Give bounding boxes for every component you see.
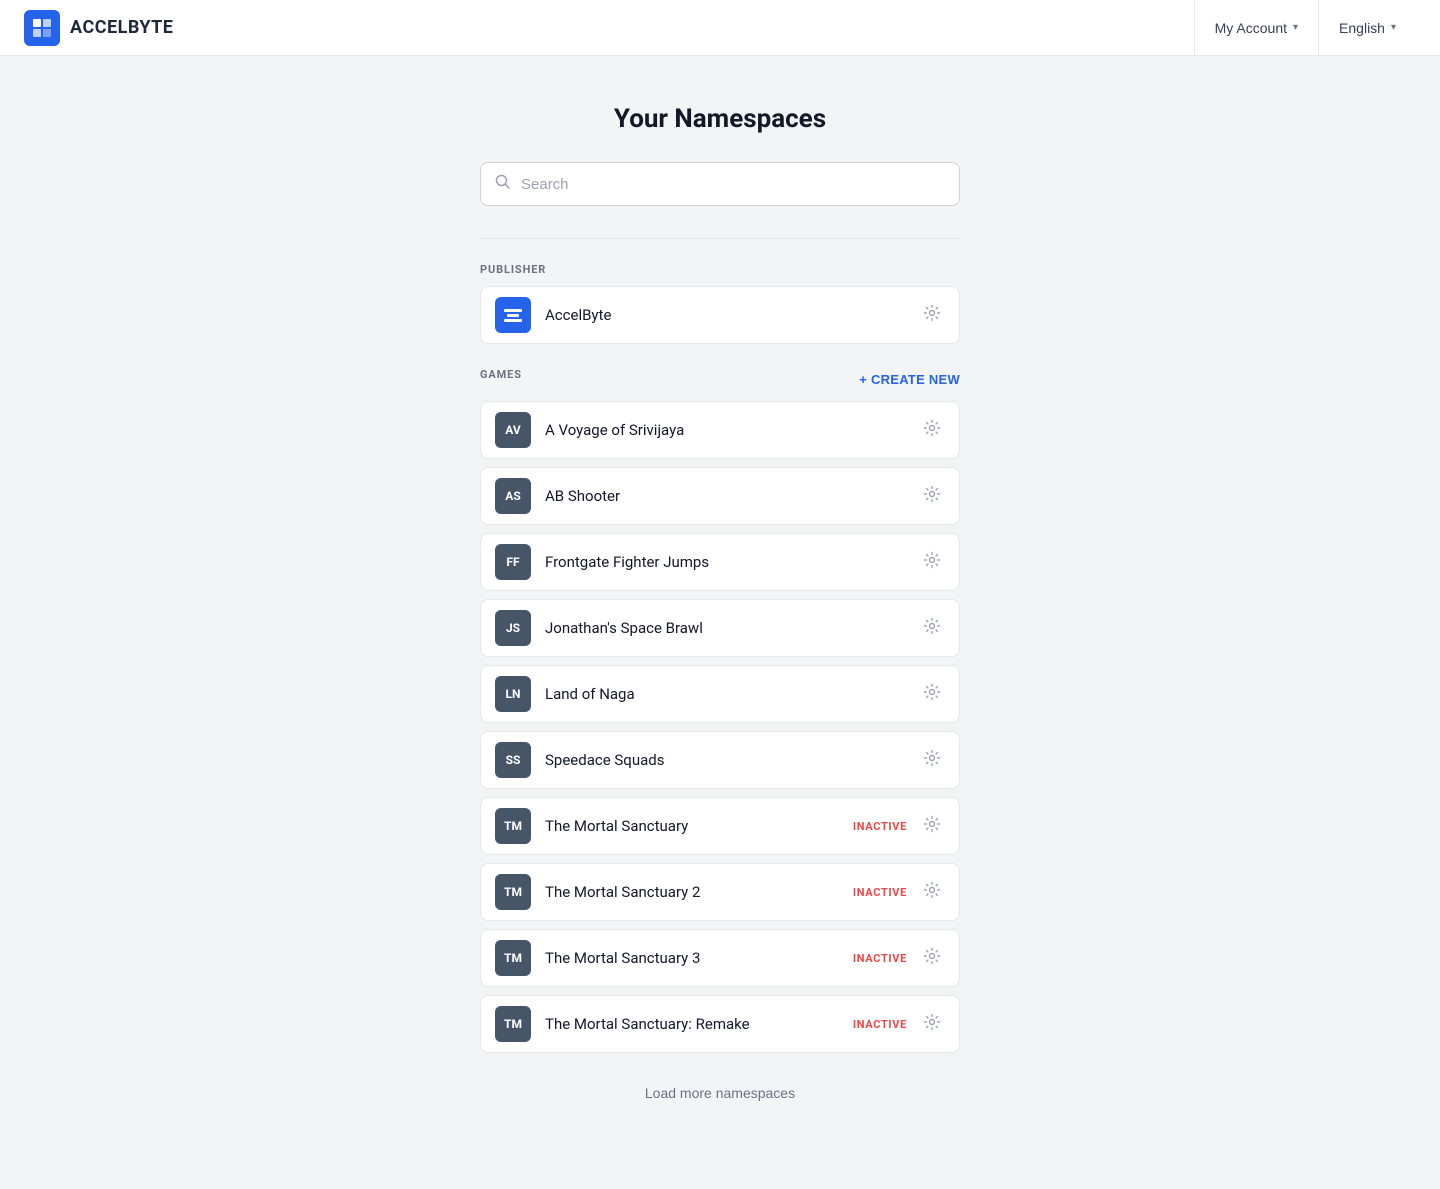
search-input[interactable] <box>521 176 945 193</box>
game-gear-icon[interactable] <box>919 1009 945 1039</box>
game-item[interactable]: FF Frontgate Fighter Jumps <box>480 533 960 591</box>
publisher-section-label: PUBLISHER <box>480 263 960 276</box>
game-item[interactable]: AV A Voyage of Srivijaya <box>480 401 960 459</box>
game-item[interactable]: AS AB Shooter <box>480 467 960 525</box>
inactive-badge: INACTIVE <box>853 886 907 899</box>
games-list: AV A Voyage of Srivijaya AS AB Shooter FF Fro… <box>480 401 960 1053</box>
game-name: The Mortal Sanctuary <box>545 817 853 835</box>
game-item[interactable]: TM The Mortal SanctuaryINACTIVE <box>480 797 960 855</box>
game-name: Frontgate Fighter Jumps <box>545 553 919 571</box>
games-section-label: GAMES <box>480 368 522 381</box>
pub-line-1 <box>504 309 522 312</box>
game-avatar: FF <box>495 544 531 580</box>
search-icon <box>495 174 511 194</box>
game-gear-icon[interactable] <box>919 415 945 445</box>
game-gear-icon[interactable] <box>919 679 945 709</box>
search-wrapper <box>480 162 960 206</box>
game-item[interactable]: TM The Mortal Sanctuary 2INACTIVE <box>480 863 960 921</box>
publisher-gear-icon[interactable] <box>919 300 945 330</box>
game-avatar: TM <box>495 940 531 976</box>
language-chevron-icon: ▾ <box>1391 22 1396 33</box>
game-gear-icon[interactable] <box>919 613 945 643</box>
game-gear-icon[interactable] <box>919 943 945 973</box>
game-gear-icon[interactable] <box>919 547 945 577</box>
game-name: Land of Naga <box>545 685 919 703</box>
logo-icon <box>24 10 60 46</box>
game-gear-icon[interactable] <box>919 481 945 511</box>
search-divider <box>480 238 960 239</box>
my-account-chevron-icon: ▾ <box>1293 22 1298 33</box>
header: ACCELBYTE My Account ▾ English ▾ <box>0 0 1440 56</box>
game-name: A Voyage of Srivijaya <box>545 421 919 439</box>
game-name: The Mortal Sanctuary 3 <box>545 949 853 967</box>
game-item[interactable]: TM The Mortal Sanctuary 3INACTIVE <box>480 929 960 987</box>
game-avatar: AS <box>495 478 531 514</box>
game-name: The Mortal Sanctuary: Remake <box>545 1015 853 1033</box>
game-gear-icon[interactable] <box>919 745 945 775</box>
game-name: Speedace Squads <box>545 751 919 769</box>
game-gear-icon[interactable] <box>919 811 945 841</box>
load-more-button[interactable]: Load more namespaces <box>629 1077 811 1109</box>
games-section-header: GAMES + CREATE NEW <box>480 368 960 391</box>
namespace-container: PUBLISHER AccelByte <box>480 263 960 1053</box>
game-avatar: LN <box>495 676 531 712</box>
game-avatar: JS <box>495 610 531 646</box>
publisher-section: PUBLISHER AccelByte <box>480 263 960 344</box>
publisher-avatar <box>495 297 531 333</box>
game-item[interactable]: LN Land of Naga <box>480 665 960 723</box>
game-avatar: AV <box>495 412 531 448</box>
game-avatar: TM <box>495 808 531 844</box>
inactive-badge: INACTIVE <box>853 820 907 833</box>
game-item[interactable]: TM The Mortal Sanctuary: RemakeINACTIVE <box>480 995 960 1053</box>
game-item[interactable]: SS Speedace Squads <box>480 731 960 789</box>
publisher-item[interactable]: AccelByte <box>480 286 960 344</box>
header-right: My Account ▾ English ▾ <box>1194 0 1416 56</box>
my-account-button[interactable]: My Account ▾ <box>1194 0 1318 56</box>
logo-text: ACCELBYTE <box>70 17 173 38</box>
game-name: Jonathan's Space Brawl <box>545 619 919 637</box>
language-button[interactable]: English ▾ <box>1318 0 1416 56</box>
create-new-label: + CREATE NEW <box>859 372 960 387</box>
load-more-section: Load more namespaces <box>264 1077 1176 1109</box>
game-avatar: SS <box>495 742 531 778</box>
main-content: Your Namespaces PUBLISHER <box>240 56 1200 1189</box>
language-label: English <box>1339 20 1385 36</box>
my-account-label: My Account <box>1215 20 1287 36</box>
pub-line-3 <box>504 319 522 322</box>
publisher-icon <box>504 309 522 322</box>
game-gear-icon[interactable] <box>919 877 945 907</box>
game-avatar: TM <box>495 1006 531 1042</box>
create-new-button[interactable]: + CREATE NEW <box>859 368 960 391</box>
inactive-badge: INACTIVE <box>853 952 907 965</box>
logo: ACCELBYTE <box>24 10 173 46</box>
games-section: GAMES + CREATE NEW AV A Voyage of Srivija… <box>480 368 960 1053</box>
game-name: The Mortal Sanctuary 2 <box>545 883 853 901</box>
inactive-badge: INACTIVE <box>853 1018 907 1031</box>
game-avatar: TM <box>495 874 531 910</box>
game-item[interactable]: JS Jonathan's Space Brawl <box>480 599 960 657</box>
game-name: AB Shooter <box>545 487 919 505</box>
publisher-name: AccelByte <box>545 306 919 324</box>
page-title: Your Namespaces <box>264 104 1176 134</box>
pub-line-2 <box>507 314 519 317</box>
